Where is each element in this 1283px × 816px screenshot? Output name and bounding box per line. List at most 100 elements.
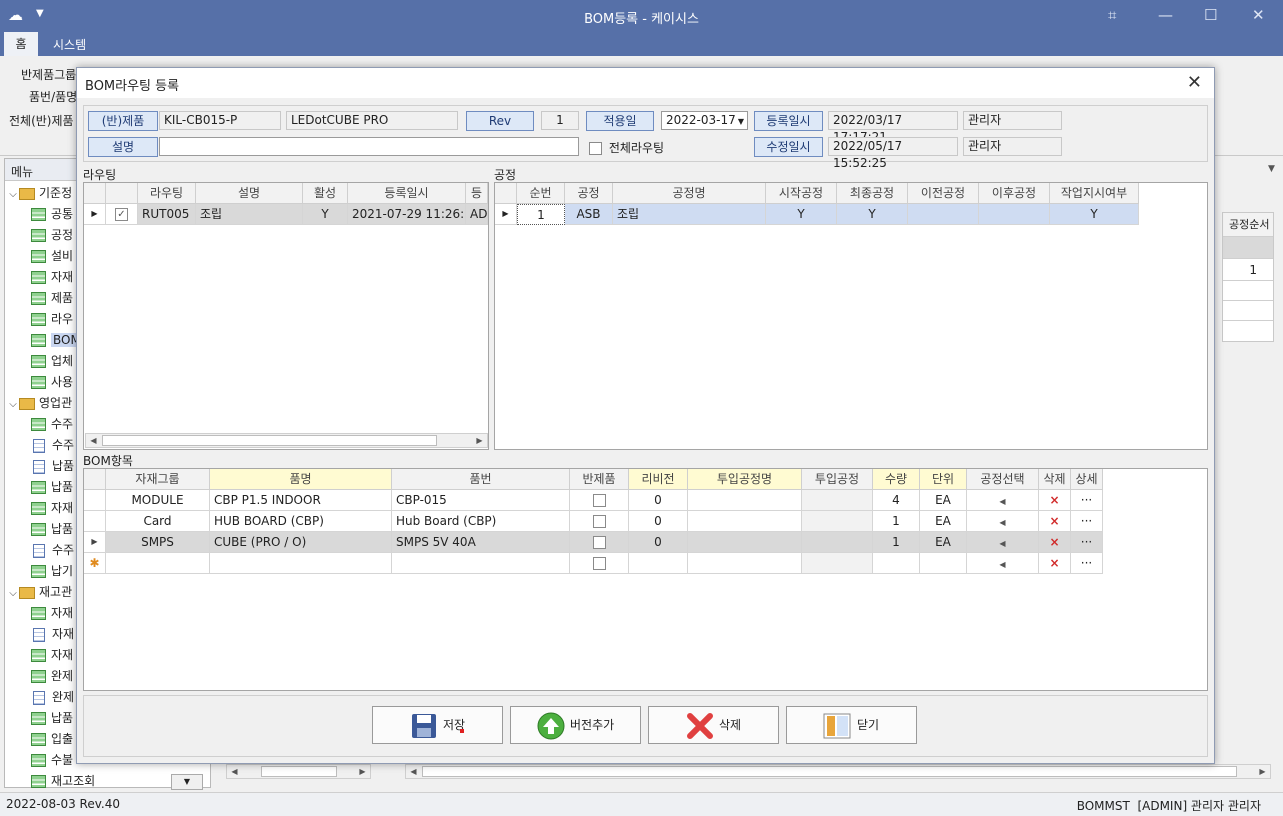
bom-cell-rev[interactable]: [629, 553, 688, 574]
delete-button[interactable]: 삭제: [648, 706, 779, 744]
bom-cell[interactable]: [688, 511, 802, 532]
sidebar-item[interactable]: 공통: [31, 204, 73, 225]
rev-label-button[interactable]: Rev: [466, 111, 534, 131]
description-input[interactable]: [159, 137, 579, 156]
bom-cell-group[interactable]: [106, 553, 210, 574]
scroll-down-icon[interactable]: ▼: [171, 774, 203, 790]
sidebar-group[interactable]: ⌵ 기준정: [7, 183, 72, 204]
bom-cell[interactable]: [802, 511, 873, 532]
bg-scrollbar-right[interactable]: ◀ ▶: [405, 764, 1271, 779]
row-delete-button[interactable]: ×: [1039, 532, 1071, 553]
row-detail-button[interactable]: ···: [1071, 511, 1103, 532]
sidebar-item[interactable]: 완제: [31, 666, 73, 687]
sidebar-item[interactable]: 공정: [31, 225, 73, 246]
row-detail-button[interactable]: ···: [1071, 490, 1103, 511]
dialog-close-icon[interactable]: ✕: [1187, 72, 1202, 93]
description-label-button[interactable]: 설명: [88, 137, 158, 157]
process-cell-order[interactable]: Y: [1050, 204, 1139, 225]
bom-cell-group[interactable]: SMPS: [106, 532, 210, 553]
checkbox-box[interactable]: [592, 494, 606, 507]
bom-semi-checkbox[interactable]: [570, 553, 629, 574]
bom-cell-name[interactable]: HUB BOARD (CBP): [210, 511, 392, 532]
sidebar-item[interactable]: 재고조회 ▼: [31, 771, 203, 792]
routing-cell-date[interactable]: 2021-07-29 11:26:13: [348, 204, 466, 225]
bom-cell-code[interactable]: CBP-015: [392, 490, 570, 511]
bg-scrollbar-left[interactable]: ◀ ▶: [226, 764, 371, 779]
scroll-left-icon[interactable]: ◀: [406, 765, 421, 778]
bom-cell-qty[interactable]: 1: [873, 532, 920, 553]
sidebar-item[interactable]: 자재: [31, 624, 74, 645]
sidebar-item[interactable]: 자재: [31, 603, 73, 624]
sidebar-item[interactable]: 납품: [31, 456, 74, 477]
process-select-button[interactable]: ◀: [967, 553, 1039, 574]
sidebar-item[interactable]: 수주: [31, 540, 74, 561]
close-button[interactable]: 닫기: [786, 706, 917, 744]
bom-cell-rev[interactable]: 0: [629, 490, 688, 511]
bom-cell-code[interactable]: [392, 553, 570, 574]
routing-cell-user[interactable]: AD: [466, 204, 488, 225]
bom-cell[interactable]: [802, 532, 873, 553]
apply-date-picker[interactable]: 2022-03-17 ▼: [661, 111, 748, 130]
chevron-down-icon[interactable]: ⌵: [7, 394, 19, 415]
sidebar-item[interactable]: 수불: [31, 750, 73, 771]
bom-cell[interactable]: [688, 490, 802, 511]
checkbox-box[interactable]: [592, 515, 606, 528]
routing-cell-code[interactable]: RUT005: [138, 204, 196, 225]
row-detail-button[interactable]: ···: [1071, 553, 1103, 574]
bom-cell-rev[interactable]: 0: [629, 532, 688, 553]
bom-cell[interactable]: [802, 490, 873, 511]
product-label-button[interactable]: (반)제품: [88, 111, 158, 131]
routing-cell-active[interactable]: Y: [303, 204, 348, 225]
bom-semi-checkbox[interactable]: [570, 490, 629, 511]
panel-collapse-icon[interactable]: ▼: [1268, 164, 1275, 174]
chevron-down-icon[interactable]: ⌵: [7, 184, 19, 205]
row-delete-button[interactable]: ×: [1039, 490, 1071, 511]
bom-cell-qty[interactable]: 1: [873, 511, 920, 532]
process-select-button[interactable]: ◀: [967, 532, 1039, 553]
bom-cell-name[interactable]: CUBE (PRO / O): [210, 532, 392, 553]
scroll-thumb[interactable]: [102, 435, 437, 446]
routing-scrollbar[interactable]: ◀ ▶: [85, 433, 488, 448]
row-delete-button[interactable]: ×: [1039, 553, 1071, 574]
process-cell-seq[interactable]: 1: [517, 204, 565, 225]
bom-cell-unit[interactable]: EA: [920, 532, 967, 553]
process-cell-prev[interactable]: [908, 204, 979, 225]
sidebar-item[interactable]: 납품: [31, 519, 73, 540]
sidebar-item[interactable]: 자재: [31, 498, 73, 519]
sidebar-group[interactable]: ⌵ 영업관: [7, 393, 72, 414]
bom-cell[interactable]: [688, 553, 802, 574]
scroll-right-icon[interactable]: ▶: [355, 765, 370, 778]
sidebar-item[interactable]: 입출: [31, 729, 73, 750]
close-window-icon[interactable]: ✕: [1252, 6, 1265, 24]
bom-semi-checkbox[interactable]: [570, 511, 629, 532]
checkbox-box[interactable]: [589, 142, 602, 155]
bom-cell-qty[interactable]: [873, 553, 920, 574]
scroll-left-icon[interactable]: ◀: [227, 765, 242, 778]
bom-cell-group[interactable]: Card: [106, 511, 210, 532]
bom-cell[interactable]: [688, 532, 802, 553]
sidebar-item[interactable]: 납품: [31, 477, 73, 498]
all-routing-checkbox[interactable]: 전체라우팅: [589, 139, 664, 156]
sidebar-item[interactable]: 라우: [31, 309, 73, 330]
bom-cell-name[interactable]: [210, 553, 392, 574]
row-delete-button[interactable]: ×: [1039, 511, 1071, 532]
bom-cell-rev[interactable]: 0: [629, 511, 688, 532]
routing-row-checkbox[interactable]: ✓: [106, 204, 138, 225]
bom-cell[interactable]: [802, 553, 873, 574]
process-select-button[interactable]: ◀: [967, 490, 1039, 511]
sidebar-item[interactable]: 설비: [31, 246, 73, 267]
bom-cell-unit[interactable]: EA: [920, 511, 967, 532]
bom-cell-unit[interactable]: [920, 553, 967, 574]
scroll-right-icon[interactable]: ▶: [1255, 765, 1270, 778]
reg-date-label-button[interactable]: 등록일시: [754, 111, 823, 131]
checkbox-box[interactable]: [592, 536, 606, 549]
sidebar-group[interactable]: ⌵ 재고관: [7, 582, 72, 603]
scroll-thumb[interactable]: [261, 766, 337, 777]
process-cell-end[interactable]: Y: [837, 204, 908, 225]
add-version-button[interactable]: 버전추가: [510, 706, 641, 744]
bom-cell-code[interactable]: SMPS 5V 40A: [392, 532, 570, 553]
apply-date-label-button[interactable]: 적용일: [586, 111, 654, 131]
sidebar-item[interactable]: 업체: [31, 351, 73, 372]
process-cell-code[interactable]: ASB: [565, 204, 613, 225]
bom-cell-unit[interactable]: EA: [920, 490, 967, 511]
